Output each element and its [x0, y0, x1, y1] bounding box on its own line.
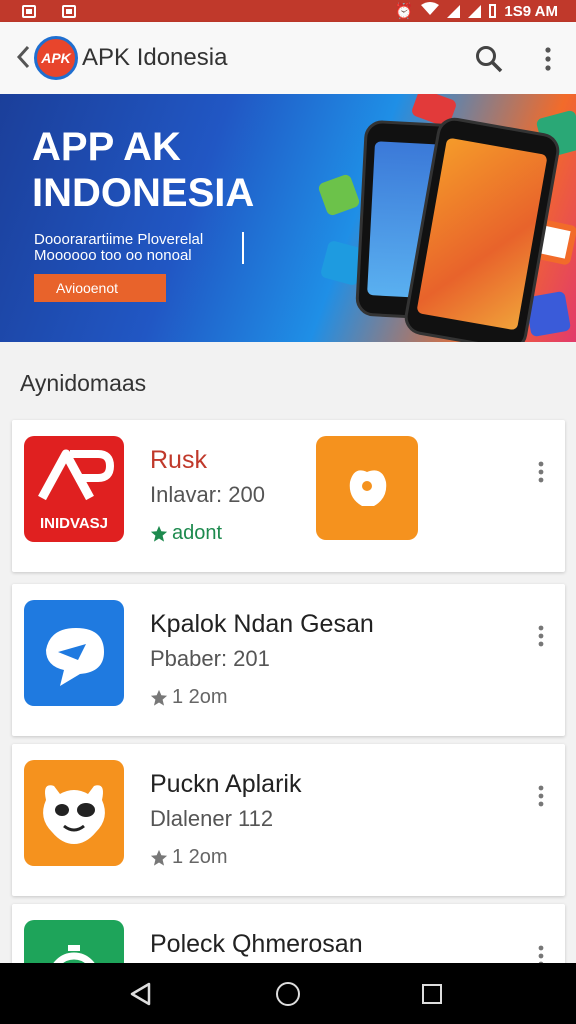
app-rating: adont	[150, 522, 222, 545]
nav-recents-icon[interactable]	[422, 984, 442, 1004]
section-title: Aynidomaas	[20, 370, 147, 396]
app-title: Puckn Aplarik	[150, 770, 302, 798]
app-rating: 1 2om	[150, 846, 228, 869]
app-title: Rusk	[150, 446, 207, 474]
app-rating-text: 1 2om	[172, 686, 228, 708]
status-bar: ⏰ 1S9 AM	[0, 0, 576, 22]
back-arrow-icon[interactable]	[14, 42, 34, 72]
battery-icon	[489, 4, 497, 18]
banner-button[interactable]: Aviooenot	[34, 274, 166, 302]
apple-like-icon	[349, 470, 387, 506]
app-card[interactable]: INIDVASJ Rusk Inlavar: 200 adont	[12, 420, 565, 572]
app-bar: APK APK Idonesia	[0, 22, 576, 94]
promo-banner[interactable]: APP AK INDONESIA Dooorarartiime Ploverel…	[0, 94, 576, 342]
more-vertical-icon[interactable]	[538, 44, 558, 74]
banner-description: Dooorarartiime Ploverelal Moooooo too oo…	[34, 232, 244, 264]
app-icon	[24, 600, 124, 706]
app-subtitle: Pbaber: 201	[150, 646, 270, 671]
app-logo: APK	[34, 36, 78, 80]
app-card[interactable]: Puckn Aplarik Dlalener 112 1 2om	[12, 744, 565, 896]
app-card[interactable]: Kpalok Ndan Gesan Pbaber: 201 1 2om	[12, 584, 565, 736]
featured-app-badge	[316, 436, 418, 540]
app-icon-text: INIDVASJ	[40, 515, 108, 532]
system-nav-bar	[0, 963, 576, 1024]
nav-home-icon[interactable]	[276, 982, 300, 1006]
more-vertical-icon[interactable]	[534, 460, 548, 488]
more-vertical-icon[interactable]	[534, 784, 548, 812]
wifi-icon	[421, 2, 440, 20]
app-icon: INIDVASJ	[24, 436, 124, 542]
app-rating-text: adont	[172, 522, 223, 544]
app-title: Poleck Qhmerosan	[150, 930, 363, 958]
app-subtitle: Dlalener 112	[150, 806, 274, 831]
nav-back-icon[interactable]	[128, 981, 154, 1007]
app-title: APK Idonesia	[82, 44, 228, 71]
app-rating: 1 2om	[150, 686, 228, 709]
app-title: Kpalok Ndan Gesan	[150, 610, 374, 638]
status-time: 1S9 AM	[504, 2, 558, 20]
notification-icon	[22, 4, 36, 18]
more-vertical-icon[interactable]	[534, 624, 548, 652]
app-icon	[24, 760, 124, 866]
signal-icon-2	[468, 4, 482, 18]
image-notification-icon	[62, 4, 76, 18]
star-icon	[150, 689, 168, 706]
search-icon[interactable]	[474, 44, 504, 74]
signal-icon	[447, 4, 461, 18]
banner-title: APP AK INDONESIA	[32, 125, 255, 215]
star-icon	[150, 849, 168, 866]
alarm-icon: ⏰	[394, 3, 414, 20]
app-rating-text: 1 2om	[172, 846, 228, 868]
star-icon	[150, 525, 168, 542]
app-subtitle: Inlavar: 200	[150, 482, 265, 507]
